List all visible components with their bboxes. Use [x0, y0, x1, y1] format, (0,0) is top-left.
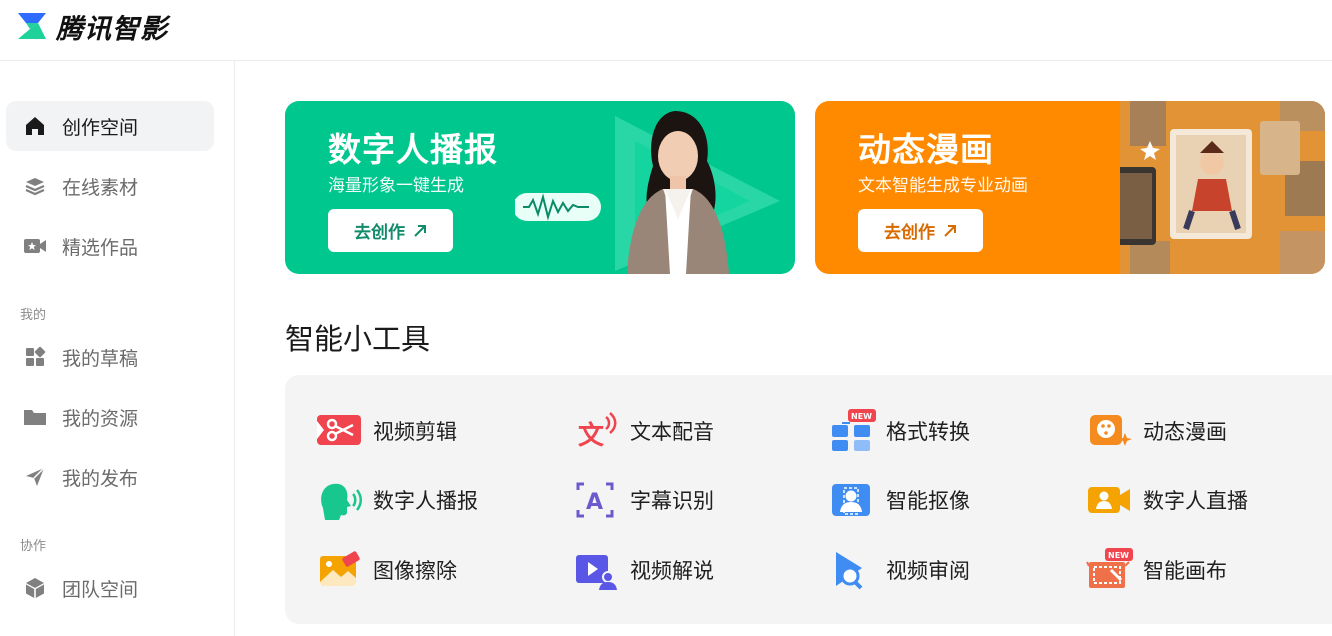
subtitle-icon: A [576, 482, 614, 518]
tools-section-title: 智能小工具 [285, 322, 431, 356]
svg-text:文: 文 [578, 420, 605, 451]
go-create-button[interactable]: 去创作 [858, 209, 983, 252]
tool-label: 智能画布 [1143, 559, 1227, 583]
tool-subtitle-recognition[interactable]: A 字幕识别 [572, 478, 714, 522]
sidebar-item-label: 在线素材 [62, 176, 139, 199]
folder-icon [22, 404, 48, 430]
banner-digital-human[interactable]: 数字人播报 海量形象一键生成 去创作 [285, 101, 795, 274]
canvas-icon: NEW [1086, 548, 1133, 588]
speaking-head-icon [321, 483, 362, 520]
button-label: 去创作 [354, 223, 405, 243]
tool-label: 视频剪辑 [373, 420, 457, 444]
convert-icon: NEW [832, 409, 876, 451]
banner-dynamic-comics[interactable]: 动态漫画 文本智能生成专业动画 去创作 [815, 101, 1325, 274]
tool-label: 数字人播报 [373, 489, 478, 513]
svg-text:NEW: NEW [851, 412, 872, 421]
logo-text: 腾讯智影 [56, 13, 168, 45]
svg-text:NEW: NEW [1108, 551, 1129, 560]
tool-dynamic-comics[interactable]: 动态漫画 [1085, 409, 1227, 453]
send-icon [22, 464, 48, 490]
sidebar-item-online-assets[interactable]: 在线素材 [6, 161, 214, 211]
video-review-icon [836, 552, 863, 590]
sidebar-item-my-drafts[interactable]: 我的草稿 [6, 332, 214, 382]
sidebar-item-label: 我的发布 [62, 467, 139, 490]
tool-label: 文本配音 [630, 420, 714, 444]
home-icon [22, 113, 48, 139]
video-narration-icon [576, 555, 617, 590]
tool-video-narration[interactable]: 视频解说 [572, 548, 714, 592]
banner-subtitle: 海量形象一键生成 [328, 176, 464, 196]
layers-icon [22, 173, 48, 199]
sidebar-item-team-space[interactable]: 团队空间 [6, 563, 214, 613]
tool-label: 智能抠像 [886, 489, 970, 513]
tool-digital-human-broadcast[interactable]: 数字人播报 [315, 478, 478, 522]
image-erase-icon [320, 551, 360, 586]
sidebar-item-creation-space[interactable]: 创作空间 [6, 101, 214, 151]
sidebar-item-my-resources[interactable]: 我的资源 [6, 392, 214, 442]
sidebar-item-featured-works[interactable]: 精选作品 [6, 221, 214, 271]
button-label: 去创作 [884, 223, 935, 243]
section-label-collab: 协作 [20, 539, 47, 554]
sidebar-item-my-publish[interactable]: 我的发布 [6, 452, 214, 502]
go-create-button[interactable]: 去创作 [328, 209, 453, 252]
scissors-icon [317, 415, 361, 445]
logo[interactable]: 腾讯智影 [16, 6, 168, 46]
sidebar-item-label: 我的草稿 [62, 347, 139, 370]
top-header: 腾讯智影 [0, 0, 1332, 61]
tool-digital-human-live[interactable]: 数字人直播 [1085, 478, 1248, 522]
grid-icon [22, 344, 48, 370]
tools-panel: 视频剪辑 文 文本配音 NEW 格式转换 动态漫画 数字人播报 A 字幕识别 智… [285, 375, 1332, 624]
text-voice-icon: 文 [578, 412, 617, 451]
arrow-up-right-icon [944, 224, 956, 237]
video-star-icon [22, 233, 48, 259]
banner-title: 动态漫画 [858, 130, 994, 169]
tool-image-erase[interactable]: 图像擦除 [315, 548, 457, 592]
svg-text:A: A [586, 490, 603, 515]
cube-icon [22, 575, 48, 601]
tool-label: 动态漫画 [1143, 420, 1227, 444]
banner-title: 数字人播报 [328, 130, 498, 169]
tool-label: 视频解说 [630, 559, 714, 583]
tool-video-edit[interactable]: 视频剪辑 [315, 409, 457, 453]
palette-icon [1090, 415, 1132, 446]
sidebar-item-label: 团队空间 [62, 578, 139, 601]
tool-label: 字幕识别 [630, 489, 714, 513]
tool-format-convert[interactable]: NEW 格式转换 [828, 409, 970, 453]
tool-label: 数字人直播 [1143, 489, 1248, 513]
tool-text-voice[interactable]: 文 文本配音 [572, 409, 714, 453]
presenter-illustration [515, 111, 780, 274]
live-camera-icon [1088, 487, 1130, 513]
sidebar-item-label: 创作空间 [62, 116, 139, 139]
tool-smart-cutout[interactable]: 智能抠像 [828, 478, 970, 522]
sidebar: 创作空间 在线素材 精选作品 我的 我的草稿 我的资源 我的发布 协作 团队空间 [0, 61, 235, 636]
tool-label: 视频审阅 [886, 559, 970, 583]
tool-label: 图像擦除 [373, 559, 457, 583]
portrait-cutout-icon [832, 484, 870, 516]
sidebar-item-label: 我的资源 [62, 407, 139, 430]
tool-smart-canvas[interactable]: NEW 智能画布 [1085, 548, 1227, 592]
comic-illustration [1120, 101, 1325, 274]
tool-video-review[interactable]: 视频审阅 [828, 548, 970, 592]
sidebar-item-label: 精选作品 [62, 236, 139, 259]
logo-icon [18, 13, 46, 39]
banner-subtitle: 文本智能生成专业动画 [858, 176, 1028, 196]
section-label-mine: 我的 [20, 308, 47, 323]
tool-label: 格式转换 [886, 420, 970, 444]
arrow-up-right-icon [414, 224, 426, 237]
